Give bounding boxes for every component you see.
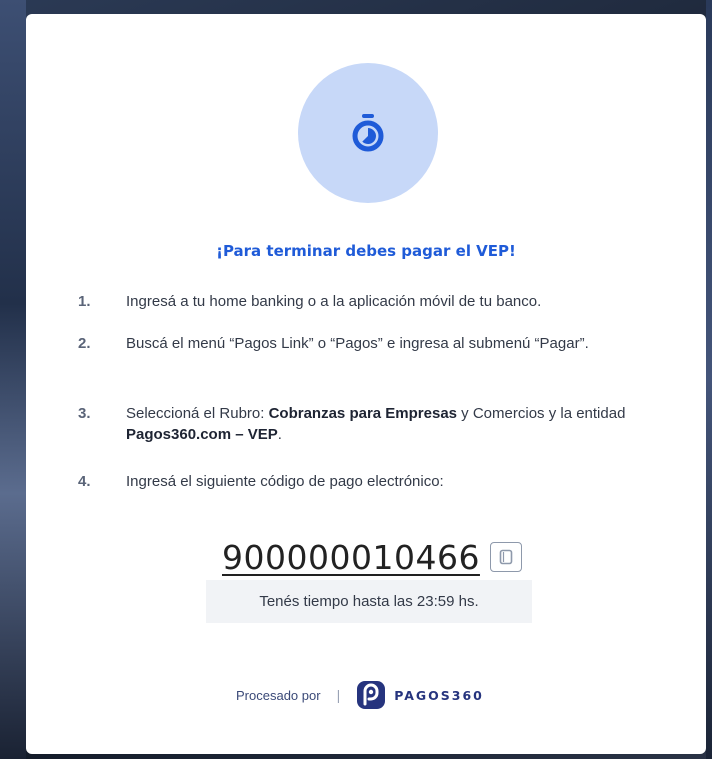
vep-payment-dialog: ¡Para terminar debes pagar el VEP! 1. In… xyxy=(26,14,706,754)
step-number: 3. xyxy=(78,405,91,422)
step-text: Ingresá el siguiente código de pago elec… xyxy=(126,473,444,490)
dialog-title: ¡Para terminar debes pagar el VEP! xyxy=(216,242,516,260)
step-number: 1. xyxy=(78,293,91,310)
footer-separator: | xyxy=(336,687,341,703)
background-right-edge xyxy=(706,0,712,759)
background-left-edge xyxy=(0,0,26,759)
processed-by-label: Procesado por xyxy=(236,687,321,703)
copy-icon xyxy=(499,549,513,565)
step-text-part: Seleccioná el Rubro: xyxy=(126,405,269,422)
step-text: Buscá el menú “Pagos Link” o “Pagos” e i… xyxy=(126,335,589,352)
step-number: 2. xyxy=(78,335,91,352)
copy-code-button[interactable] xyxy=(489,542,522,572)
step-text: Seleccioná el Rubro: Cobranzas para Empr… xyxy=(126,403,686,445)
step-text-part: . xyxy=(277,426,282,443)
rubro-name: Cobranzas para Empresas xyxy=(268,405,458,422)
timer-badge xyxy=(298,63,438,203)
pagos360-logo-icon xyxy=(357,681,386,709)
step-text-part: y Comercios y la entidad xyxy=(457,405,626,422)
step-text: Ingresá a tu home banking o a la aplicac… xyxy=(126,293,542,310)
deadline-notice: Tenés tiempo hasta las 23:59 hs. xyxy=(206,580,532,623)
entity-name: Pagos360.com – VEP xyxy=(126,426,278,443)
payment-code-row: 900000010466 xyxy=(222,536,522,578)
payment-code[interactable]: 900000010466 xyxy=(222,538,480,577)
stopwatch-icon xyxy=(352,114,384,152)
footer: Procesado por | PAGOS360 xyxy=(236,678,484,712)
brand-name: PAGOS360 xyxy=(394,687,484,703)
step-number: 4. xyxy=(78,473,91,490)
